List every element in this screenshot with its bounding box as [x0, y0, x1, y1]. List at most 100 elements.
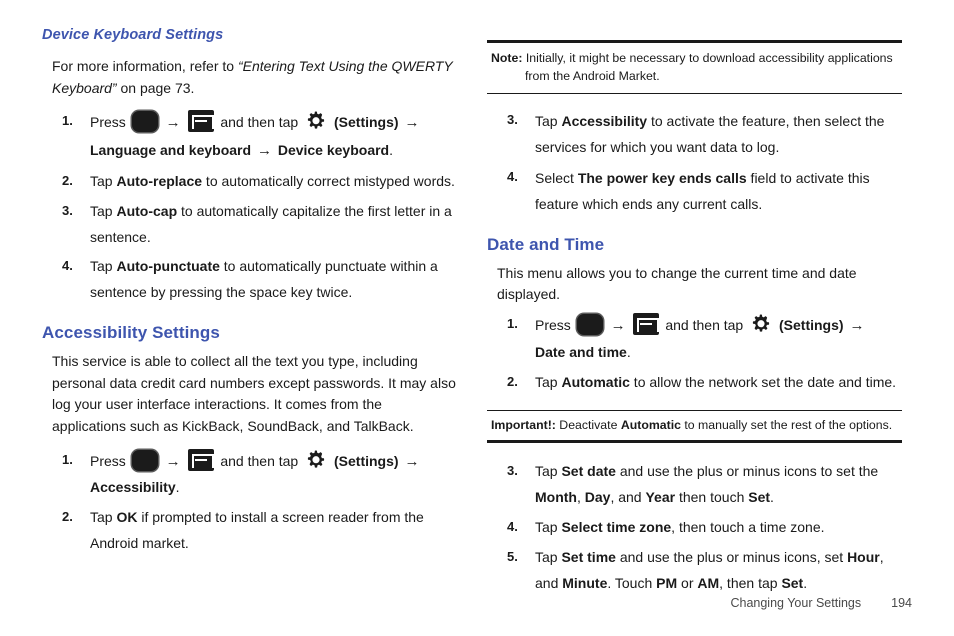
accessibility-steps: 1. Press → and then tap (Settings) → Acc… — [42, 448, 457, 557]
arrow-icon: → — [165, 114, 181, 132]
step-part: or — [677, 575, 698, 592]
section-heading-accessibility-settings: Accessibility Settings — [42, 323, 220, 343]
step-number: 4. — [62, 258, 73, 274]
step-tail: to automatically correct mistyped words. — [202, 172, 455, 189]
step-and-then-tap: and then tap — [220, 452, 299, 469]
step-lead: Tap — [90, 202, 117, 219]
step-number: 2. — [62, 509, 73, 525]
step-number: 1. — [62, 113, 73, 129]
arrow-icon: → — [404, 452, 420, 470]
settings-gear-icon — [305, 110, 327, 132]
step-tail: to allow the network set the date and ti… — [629, 373, 897, 390]
step-bold-set-date: Set date — [561, 463, 616, 480]
arrow-icon: → — [610, 317, 626, 335]
step-bold-set: Set — [781, 575, 804, 592]
date-time-steps-before-important: 1. Press → and then tap (Settings) → Dat… — [487, 312, 902, 396]
intro-tail: on page 73. — [116, 79, 195, 96]
step-number: 2. — [507, 373, 518, 389]
step-part: , then tap — [719, 575, 782, 592]
step-part: , then touch a time zone. — [671, 519, 825, 536]
step-number: 2. — [62, 172, 73, 188]
step-period: . — [389, 142, 394, 159]
section-heading-date-and-time: Date and Time — [487, 235, 605, 255]
footer-section-title: Changing Your Settings — [730, 596, 862, 610]
step-part: Tap — [535, 519, 562, 536]
step-settings-label: (Settings) — [779, 317, 844, 334]
step-item: 2. Tap Auto-replace to automatically corr… — [42, 169, 457, 195]
arrow-icon: → — [404, 114, 420, 132]
important-lead: Deactivate — [555, 417, 621, 432]
step-path-date-and-time: Date and time — [535, 343, 627, 360]
step-lead: Tap — [535, 373, 562, 390]
note-line-2: from the Android Market. — [525, 68, 660, 83]
step-lead: Tap — [535, 112, 562, 129]
date-time-paragraph: This menu allows you to change the curre… — [497, 264, 857, 303]
step-bold-year: Year — [645, 489, 676, 506]
settings-gear-icon — [750, 313, 772, 335]
step-period: . — [626, 343, 631, 360]
home-key-icon — [131, 449, 158, 471]
step-lead: Tap — [90, 172, 117, 189]
arrow-icon: → — [256, 142, 272, 160]
step-item: 3. Tap Accessibility to activate the feat… — [487, 108, 902, 161]
step-bold-term: Auto-punctuate — [116, 258, 220, 275]
step-part: . — [803, 575, 808, 592]
step-item: 1. Press → and then tap (Settings) → Acc… — [42, 448, 457, 502]
step-path-accessibility: Accessibility — [90, 479, 176, 496]
device-keyboard-steps: 1. Press → and then tap (Settings) → Lan… — [42, 109, 457, 306]
step-and-then-tap: and then tap — [220, 114, 299, 131]
step-item: 5. Tap Set time and use the plus or minus… — [487, 545, 902, 597]
step-number: 1. — [62, 451, 73, 467]
step-path-device-keyboard: Device keyboard — [277, 142, 390, 159]
menu-key-icon — [188, 110, 215, 133]
step-item: 2. Tap OK if prompted to install a screen… — [42, 505, 457, 557]
manual-page: Device Keyboard Settings For more inform… — [0, 0, 954, 636]
step-bold-month: Month — [535, 489, 577, 506]
step-bold-term: Auto-cap — [116, 202, 178, 219]
step-lead: Tap — [90, 509, 117, 526]
arrow-icon: → — [165, 452, 181, 470]
step-settings-label: (Settings) — [334, 452, 399, 469]
step-bold-term: The power key ends calls — [577, 169, 747, 186]
arrow-icon: → — [849, 317, 865, 335]
step-bold-set: Set — [748, 489, 771, 506]
intro-paragraph: For more information, refer to “Entering… — [42, 56, 457, 99]
accessibility-steps-continued: 3. Tap Accessibility to activate the feat… — [487, 108, 902, 218]
step-settings-label: (Settings) — [334, 114, 399, 131]
step-item: 3. Tap Auto-cap to automatically capitali… — [42, 199, 457, 251]
intro-lead: For more information, refer to — [52, 57, 238, 74]
step-part: and use the plus or minus icons to set t… — [615, 463, 879, 480]
step-bold-term: Accessibility — [561, 112, 648, 129]
step-bold-hour: Hour — [847, 549, 880, 566]
step-bold-term: OK — [116, 509, 138, 526]
step-number: 1. — [507, 316, 518, 332]
menu-key-icon — [188, 448, 215, 471]
step-item: 4. Tap Auto-punctuate to automatically pu… — [42, 254, 457, 306]
step-part: Tap — [535, 463, 562, 480]
settings-gear-icon — [305, 449, 327, 471]
step-item: 4. Select The power key ends calls field … — [487, 165, 902, 218]
step-number: 3. — [507, 463, 518, 479]
step-part: Tap — [535, 549, 562, 566]
step-item: 1. Press → and then tap (Settings) → Dat… — [487, 312, 902, 366]
important-callout: Important!: Deactivate Automatic to manu… — [487, 409, 902, 444]
step-press-label: Press — [90, 452, 126, 469]
step-tail: if prompted to install a screen reader f… — [90, 509, 424, 552]
step-lead: Select — [535, 169, 578, 186]
step-path-language-keyboard: Language and keyboard — [90, 142, 252, 159]
step-bold-term: Auto-replace — [116, 172, 203, 189]
step-period: . — [175, 479, 180, 496]
step-and-then-tap: and then tap — [665, 317, 744, 334]
step-item: 3. Tap Set date and use the plus or minus… — [487, 459, 902, 511]
date-time-steps-after-important: 3. Tap Set date and use the plus or minus… — [487, 459, 902, 596]
step-part: . — [770, 489, 774, 506]
step-bold-day: Day — [584, 489, 611, 506]
step-number: 4. — [507, 168, 518, 184]
note-label: Note: — [491, 51, 523, 65]
step-part: , — [576, 489, 585, 506]
important-bold-term: Automatic — [620, 417, 681, 432]
page-footer: Changing Your Settings 194 — [730, 596, 912, 610]
step-item: 4. Tap Select time zone, then touch a tim… — [487, 515, 902, 541]
accessibility-paragraph: This service is able to collect all the … — [52, 352, 456, 435]
step-bold-set-time: Set time — [561, 549, 616, 566]
